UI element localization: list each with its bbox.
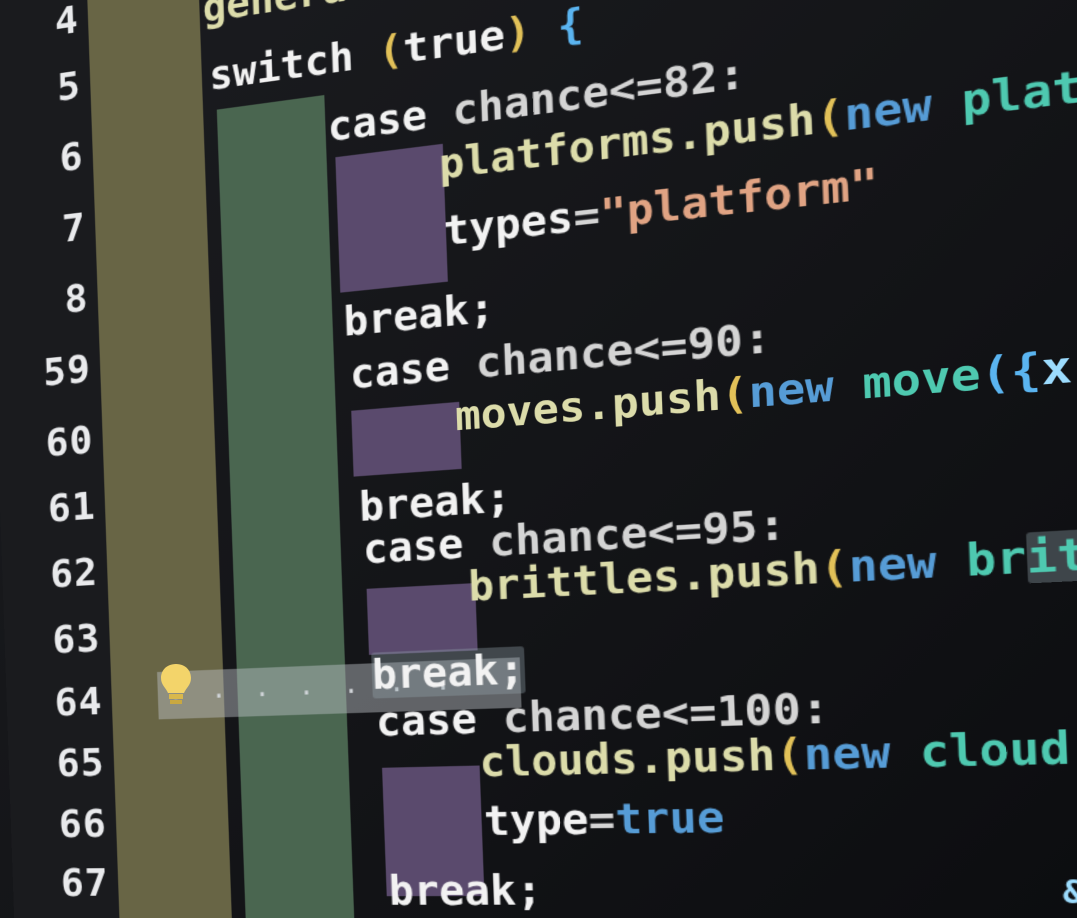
code-token: ( (818, 542, 850, 594)
code-token: break; (342, 284, 496, 346)
code-token: move (861, 349, 982, 409)
code-token: switch (208, 30, 380, 100)
code-token: clouds.push (478, 731, 777, 787)
line-number: 64 (53, 678, 104, 725)
code-token: = (572, 190, 601, 242)
code-token: new (843, 76, 963, 141)
code-token: ( (814, 91, 846, 145)
code-line[interactable]: type=true (483, 794, 725, 845)
code-token: case (326, 88, 454, 151)
code-token: cloud (918, 723, 1072, 778)
line-number: 63 (51, 615, 102, 663)
code-token: () (395, 0, 447, 3)
indent-block (366, 583, 478, 655)
line-number: 60 (44, 416, 95, 466)
code-token: break; (371, 646, 526, 699)
code-token: new (802, 727, 921, 780)
line-number: 59 (42, 345, 92, 395)
code-token: generate (202, 0, 397, 32)
code-token: "platform" (598, 158, 880, 239)
code-token: true (614, 793, 726, 844)
line-number: 62 (49, 549, 99, 597)
code-token: = (587, 795, 617, 844)
code-line[interactable]: break; (371, 646, 526, 699)
editor-photo: 45678596061626364656667 · · · · · · · ge… (0, 0, 1077, 918)
line-number: 67 (60, 859, 110, 905)
code-line[interactable]: break; (343, 285, 496, 346)
code-token: types (442, 193, 575, 255)
code-token: x:pos,y:pos1 (1040, 311, 1077, 396)
code-token: ({ (1069, 721, 1077, 775)
code-token: true (402, 11, 506, 73)
code-token: ({ (979, 344, 1043, 400)
indent-block (351, 401, 462, 477)
code-token: ittle({x:pos,y:pos1 (1025, 497, 1077, 584)
code-token: case (375, 695, 504, 746)
code-token: { (530, 0, 585, 55)
line-number: 61 (47, 482, 97, 531)
code-token: ( (377, 26, 404, 76)
line-number: 65 (55, 739, 106, 786)
indent-guide-level-2 (216, 95, 356, 918)
code-token: platform (960, 45, 1077, 127)
indent-block (335, 143, 448, 293)
code-token: br (965, 532, 1028, 587)
code-token: new (847, 536, 968, 593)
line-number: 66 (58, 800, 108, 847)
code-token: ) (504, 7, 532, 59)
overflow-code-fragment: &&types==" (1061, 874, 1077, 912)
code-line[interactable]: break; (388, 867, 543, 914)
code-token: type (483, 796, 590, 845)
code-editor: 45678596061626364656667 · · · · · · · ge… (0, 0, 1077, 918)
lightbulb-icon[interactable] (158, 662, 194, 708)
code-token: new (747, 359, 864, 418)
code-token: break; (387, 867, 543, 915)
code-token: ( (774, 730, 805, 781)
code-token: case (349, 340, 477, 399)
code-token: ( (719, 368, 750, 420)
